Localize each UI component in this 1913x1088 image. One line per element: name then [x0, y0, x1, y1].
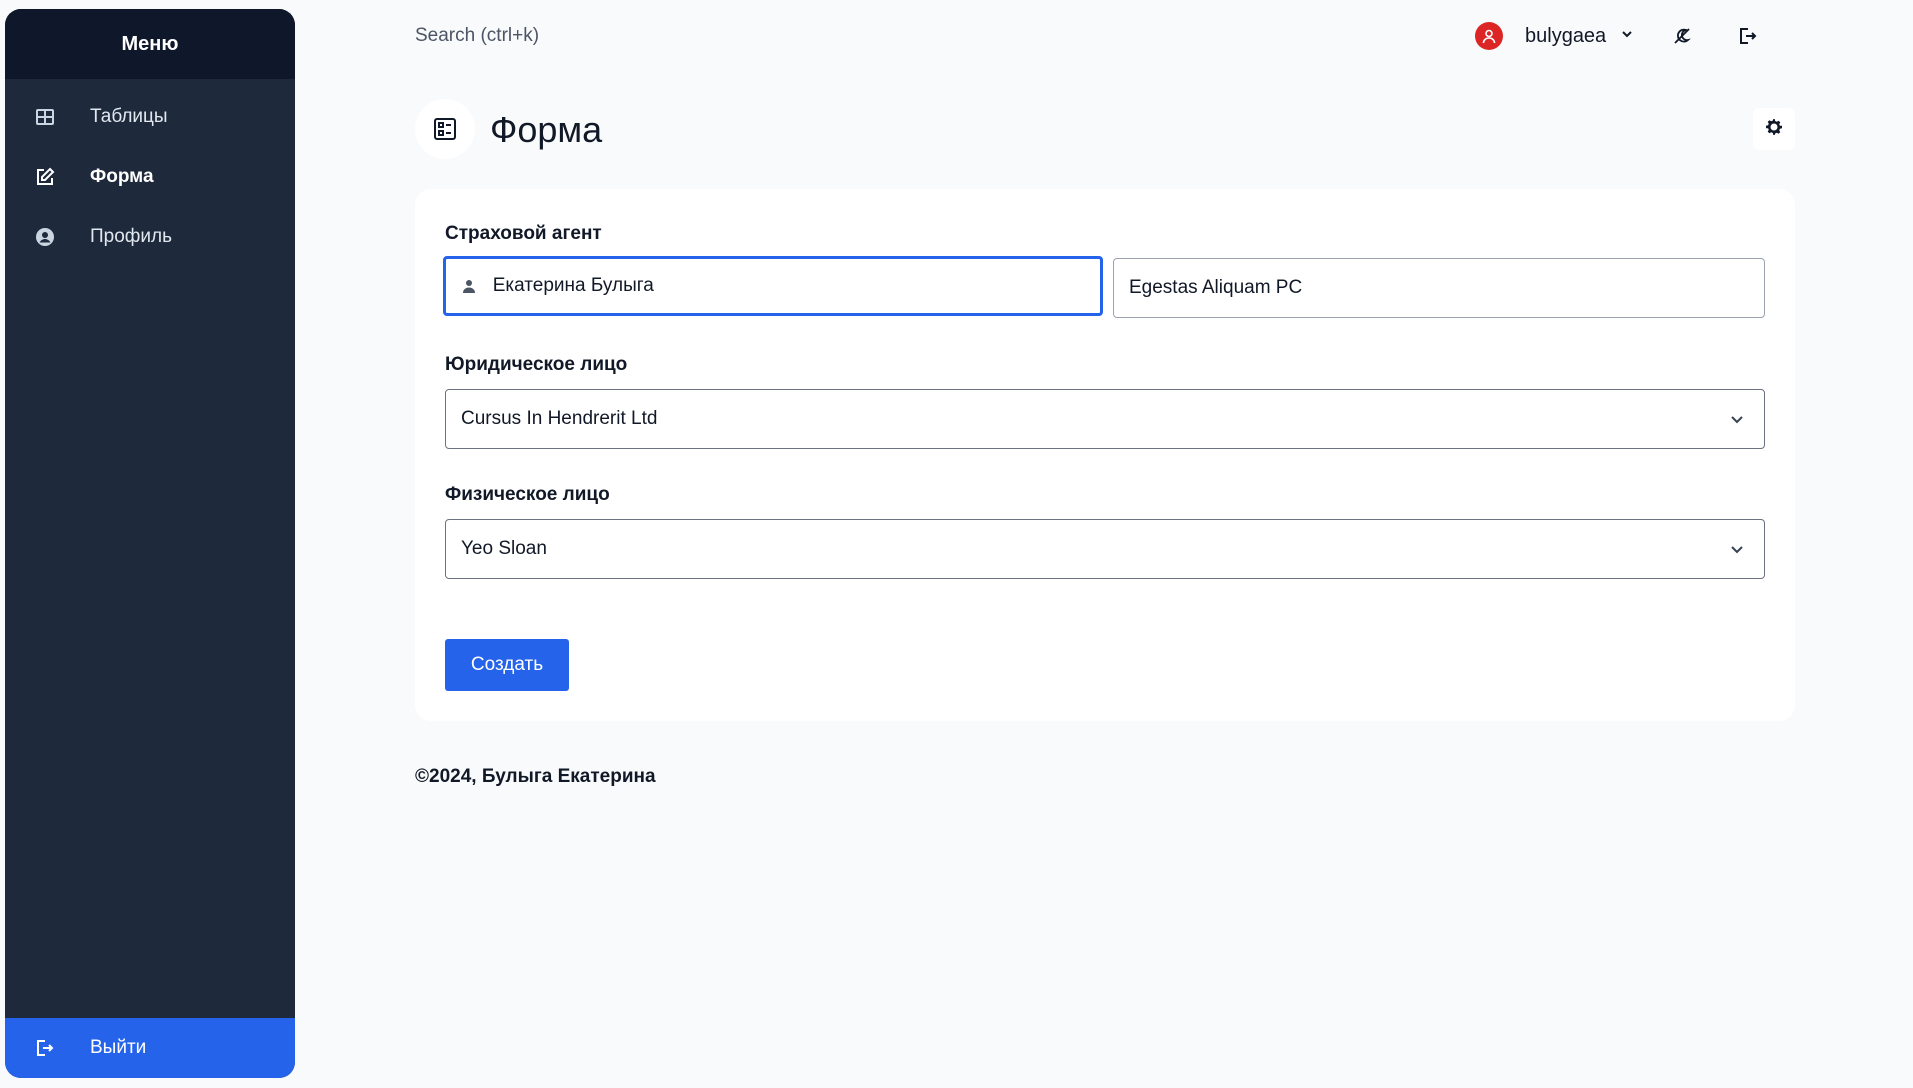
sidebar-item-profile[interactable]: Профиль [5, 207, 295, 267]
sidebar-item-label: Форма [90, 166, 154, 187]
agent-company-input[interactable] [1129, 277, 1764, 299]
chevron-down-icon [1728, 410, 1746, 428]
chevron-down-icon [1620, 27, 1634, 46]
agent-label: Страховой агент [445, 223, 602, 244]
agent-company-field[interactable] [1113, 258, 1765, 318]
individual-select[interactable]: Yeo Sloan [445, 519, 1765, 579]
edit-icon [34, 166, 56, 188]
form-card: Страховой агент Юридическое лицо Cursus … [415, 189, 1795, 721]
individual-value: Yeo Sloan [461, 538, 547, 559]
chevron-down-icon [1728, 540, 1746, 558]
settings-button[interactable] [1753, 108, 1795, 150]
logout-label: Выйти [90, 1037, 147, 1058]
individual-label: Физическое лицо [445, 484, 610, 505]
legal-entity-label: Юридическое лицо [445, 354, 628, 375]
page-title: Форма [490, 109, 603, 150]
sidebar-item-label: Профиль [90, 226, 173, 247]
topbar: bulygaea [415, 20, 1795, 64]
page-header: Форма [415, 99, 1795, 159]
table-icon [34, 106, 56, 128]
username: bulygaea [1525, 24, 1607, 47]
agent-name-input[interactable] [492, 275, 1100, 297]
sidebar-item-tables[interactable]: Таблицы [5, 87, 295, 147]
search-input[interactable] [415, 20, 915, 52]
sidebar-title: Меню [5, 9, 295, 79]
create-button[interactable]: Создать [445, 639, 569, 691]
agent-name-field[interactable] [443, 256, 1103, 316]
form-list-icon [415, 99, 475, 159]
logout-icon [34, 1037, 56, 1059]
gear-icon [1764, 117, 1784, 142]
sidebar-item-form[interactable]: Форма [5, 147, 295, 207]
theme-toggle-icon[interactable] [1670, 24, 1694, 48]
logout-icon[interactable] [1735, 24, 1759, 48]
sidebar-item-label: Таблицы [90, 106, 168, 127]
sidebar-nav: Таблицы Форма Профиль [5, 79, 295, 267]
sidebar: Меню Таблицы Форма Профиль Выйти [5, 9, 295, 1078]
legal-entity-select[interactable]: Cursus In Hendrerit Ltd [445, 389, 1765, 449]
sidebar-logout-button[interactable]: Выйти [5, 1018, 295, 1078]
legal-entity-value: Cursus In Hendrerit Ltd [461, 408, 658, 429]
avatar [1475, 22, 1503, 50]
user-icon [461, 277, 478, 295]
footer-copyright: ©2024, Булыга Екатерина [415, 766, 656, 787]
user-circle-icon [34, 226, 56, 248]
user-menu[interactable]: bulygaea [1475, 20, 1634, 52]
